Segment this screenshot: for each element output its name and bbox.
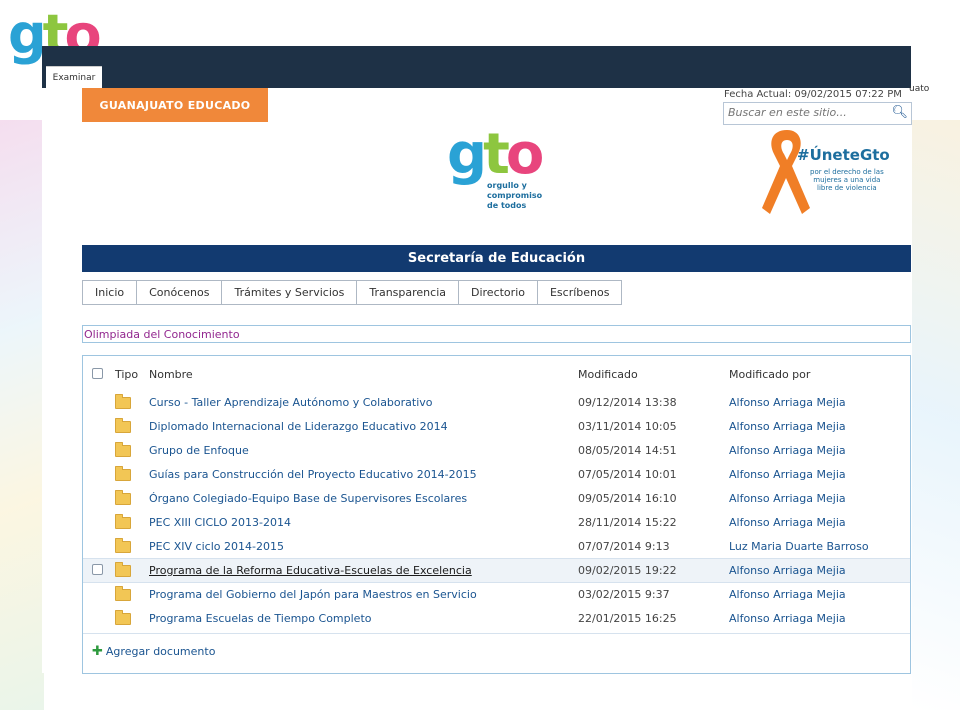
folder-icon — [115, 466, 131, 483]
page-title-text: Olimpiada del Conocimiento — [84, 327, 240, 341]
folder-icon — [115, 562, 131, 579]
item-name-link[interactable]: Órgano Colegiado-Equipo Base de Supervis… — [149, 492, 467, 505]
list-footer-divider — [83, 633, 910, 634]
top-navigation: Inicio Conócenos Trámites y Servicios Tr… — [82, 280, 623, 305]
add-document-link[interactable]: ✚ Agregar documento — [92, 644, 215, 659]
unete-gto-campaign: #ÚneteGto por el derecho de las mujeres a… — [752, 122, 892, 222]
nav-conocenos[interactable]: Conócenos — [137, 280, 223, 305]
current-date: Fecha Actual: 09/02/2015 07:22 PM — [724, 89, 902, 100]
column-name[interactable]: Nombre — [149, 368, 193, 381]
item-modified-by[interactable]: Alfonso Arriaga Mejia — [729, 492, 846, 505]
list-item[interactable]: PEC XIV ciclo 2014-2015 07/07/2014 9:13 … — [83, 535, 910, 558]
item-name-link[interactable]: PEC XIII CICLO 2013-2014 — [149, 516, 291, 529]
item-modified: 08/05/2014 14:51 — [578, 444, 677, 457]
folder-icon — [115, 538, 131, 555]
list-item[interactable]: Guías para Construcción del Proyecto Edu… — [83, 463, 910, 486]
folder-icon — [115, 394, 131, 411]
tab-examinar[interactable]: Examinar — [46, 66, 102, 89]
item-name-link[interactable]: PEC XIV ciclo 2014-2015 — [149, 540, 284, 553]
item-modified-by[interactable]: Alfonso Arriaga Mejia — [729, 420, 846, 433]
item-name-link[interactable]: Programa de la Reforma Educativa-Escuela… — [149, 564, 472, 577]
nav-escribenos[interactable]: Escríbenos — [537, 280, 623, 305]
row-checkbox[interactable] — [92, 564, 103, 578]
item-name-link[interactable]: Programa del Gobierno del Japón para Mae… — [149, 588, 477, 601]
column-modified[interactable]: Modificado — [578, 368, 638, 381]
item-modified: 03/02/2015 9:37 — [578, 588, 670, 601]
list-item[interactable]: Órgano Colegiado-Equipo Base de Supervis… — [83, 487, 910, 510]
item-name-link[interactable]: Diplomado Internacional de Liderazgo Edu… — [149, 420, 448, 433]
item-name-link[interactable]: Programa Escuelas de Tiempo Completo — [149, 612, 372, 625]
nav-transparencia[interactable]: Transparencia — [357, 280, 459, 305]
item-name-link[interactable]: Grupo de Enfoque — [149, 444, 249, 457]
list-item[interactable]: PEC XIII CICLO 2013-2014 28/11/2014 15:2… — [83, 511, 910, 534]
item-modified-by[interactable]: Alfonso Arriaga Mejia — [729, 516, 846, 529]
item-modified-by[interactable]: Alfonso Arriaga Mejia — [729, 564, 846, 577]
folder-icon — [115, 442, 131, 459]
list-item-selected[interactable]: Programa de la Reforma Educativa-Escuela… — [83, 558, 910, 583]
campaign-subtitle: por el derecho de las mujeres a una vida l… — [810, 168, 884, 192]
list-header: Tipo Nombre Modificado Modificado por — [83, 366, 910, 384]
list-item[interactable]: Grupo de Enfoque 08/05/2014 14:51 Alfons… — [83, 439, 910, 462]
folder-icon — [115, 514, 131, 531]
site-title-bar: Secretaría de Educación — [82, 245, 911, 272]
item-name-link[interactable]: Guías para Construcción del Proyecto Edu… — [149, 468, 477, 481]
search-icon[interactable]: 🔍︎ — [891, 105, 908, 120]
search-input[interactable] — [724, 103, 892, 122]
document-library: Tipo Nombre Modificado Modificado por Cu… — [82, 355, 911, 674]
nav-tramites-servicios[interactable]: Trámites y Servicios — [222, 280, 358, 305]
item-modified: 07/07/2014 9:13 — [578, 540, 670, 553]
column-type[interactable]: Tipo — [115, 368, 138, 381]
gto-logo: gto orgullo y compromiso de todos — [447, 127, 567, 219]
gto-logo-mark: gto — [447, 122, 544, 187]
decorative-right-strip — [912, 120, 960, 710]
item-modified-by[interactable]: Alfonso Arriaga Mejia — [729, 396, 846, 409]
decorative-left-strip — [0, 120, 44, 710]
item-modified: 09/12/2014 13:38 — [578, 396, 677, 409]
item-modified-by[interactable]: Alfonso Arriaga Mejia — [729, 468, 846, 481]
item-modified-by[interactable]: Alfonso Arriaga Mejia — [729, 588, 846, 601]
list-item[interactable]: Programa Escuelas de Tiempo Completo 22/… — [83, 607, 910, 630]
item-modified: 22/01/2015 16:25 — [578, 612, 677, 625]
folder-icon — [115, 610, 131, 627]
list-item[interactable]: Programa del Gobierno del Japón para Mae… — [83, 583, 910, 606]
item-modified-by[interactable]: Alfonso Arriaga Mejia — [729, 612, 846, 625]
nav-directorio[interactable]: Directorio — [459, 280, 538, 305]
page-title: Olimpiada del Conocimiento — [82, 325, 911, 343]
folder-icon — [115, 418, 131, 435]
plus-icon: ✚ — [92, 644, 103, 659]
item-modified: 03/11/2014 10:05 — [578, 420, 677, 433]
guanajuato-educado-button[interactable]: GUANAJUATO EDUCADO — [82, 88, 268, 122]
side-label: uato — [909, 84, 930, 94]
campaign-hashtag: #ÚneteGto — [797, 146, 890, 164]
add-document-label: Agregar documento — [105, 645, 216, 658]
ribbon-bar — [42, 46, 911, 88]
list-item[interactable]: Diplomado Internacional de Liderazgo Edu… — [83, 415, 910, 438]
item-modified-by[interactable]: Alfonso Arriaga Mejia — [729, 444, 846, 457]
item-modified: 07/05/2014 10:01 — [578, 468, 677, 481]
item-modified: 09/05/2014 16:10 — [578, 492, 677, 505]
folder-icon — [115, 586, 131, 603]
nav-inicio[interactable]: Inicio — [82, 280, 138, 305]
item-modified-by[interactable]: Luz Maria Duarte Barroso — [729, 540, 869, 553]
item-name-link[interactable]: Curso - Taller Aprendizaje Autónomo y Co… — [149, 396, 433, 409]
folder-icon — [115, 490, 131, 507]
list-item[interactable]: Curso - Taller Aprendizaje Autónomo y Co… — [83, 391, 910, 414]
select-all-checkbox[interactable] — [92, 368, 103, 382]
column-modified-by[interactable]: Modificado por — [729, 368, 810, 381]
item-modified: 28/11/2014 15:22 — [578, 516, 677, 529]
item-modified: 09/02/2015 19:22 — [578, 564, 677, 577]
logo-tagline: orgullo y compromiso de todos — [487, 181, 543, 210]
